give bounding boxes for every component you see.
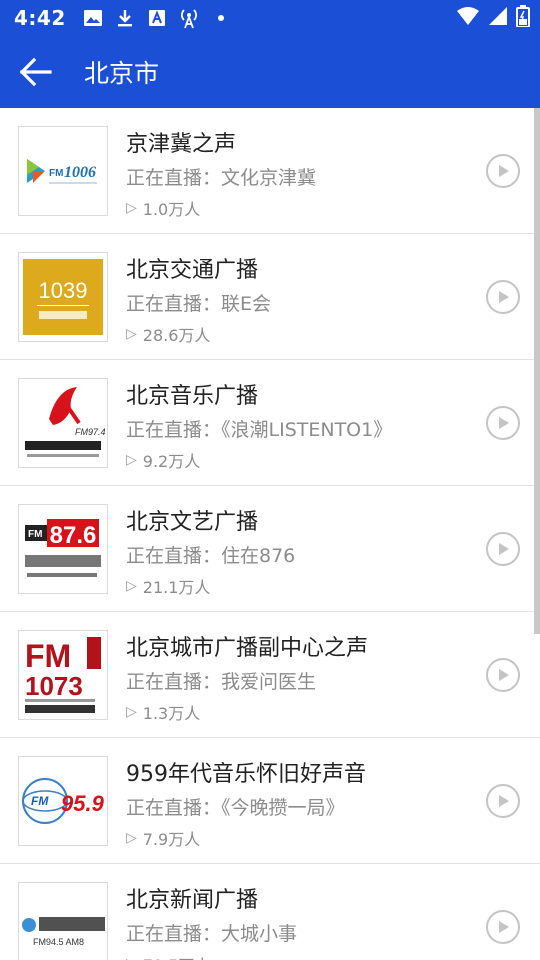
station-logo: FM 95.9 (18, 756, 108, 846)
play-count-icon: ▷ (126, 704, 137, 720)
play-button[interactable] (486, 784, 520, 818)
station-now-playing: 正在直播：大城小事 (126, 923, 298, 945)
back-button[interactable] (0, 36, 72, 108)
station-now-playing: 正在直播：文化京津冀 (126, 167, 317, 189)
svg-text:FM: FM (31, 794, 49, 808)
station-logo: 1039 (18, 252, 108, 342)
station-logo: FM94.5 AM8 (18, 882, 108, 960)
play-button[interactable] (486, 532, 520, 566)
station-name: 北京音乐广播 (126, 384, 259, 409)
gallery-icon (82, 7, 104, 29)
listener-count: 28.6万人 (142, 326, 211, 345)
station-listeners: ▷ 21.1万人 (126, 574, 210, 598)
station-logo: FM 1073 (18, 630, 108, 720)
station-logo: FM 87.6 (18, 504, 108, 594)
cell-signal-icon (488, 6, 508, 31)
page-title: 北京市 (84, 59, 160, 88)
listener-count: 1.3万人 (142, 704, 201, 723)
station-row[interactable]: FM 1073 北京城市广播副中心之声 正在直播：我爱问医生 ▷ 1.3万人 (0, 612, 540, 738)
station-listeners: ▷ 28.6万人 (126, 322, 210, 346)
svg-text:FM94.5 AM8: FM94.5 AM8 (33, 937, 84, 947)
station-row[interactable]: 1039 北京交通广播 正在直播：联E会 ▷ 28.6万人 (0, 234, 540, 360)
back-arrow-icon (19, 57, 52, 87)
battery-icon (516, 4, 530, 32)
text-a-icon (146, 7, 168, 29)
station-name: 北京交通广播 (126, 258, 259, 283)
play-icon (499, 543, 509, 555)
station-row[interactable]: FM 95.9 959年代音乐怀旧好声音 正在直播：《今晚攒一局》 ▷ 7.9万… (0, 738, 540, 864)
station-name: 北京城市广播副中心之声 (126, 636, 369, 661)
listener-count: 79.5万人 (143, 952, 211, 960)
play-button[interactable] (486, 280, 520, 314)
antenna-icon (178, 7, 200, 29)
play-button[interactable] (486, 406, 520, 440)
play-icon (499, 291, 509, 303)
station-name: 北京文艺广播 (126, 510, 259, 535)
station-name: 京津冀之声 (126, 132, 237, 157)
svg-text:FM: FM (28, 529, 42, 540)
listener-count: 21.1万人 (142, 578, 211, 597)
svg-text:FM97.4: FM97.4 (75, 427, 106, 437)
wifi-icon (456, 6, 480, 31)
svg-text:1039: 1039 (39, 278, 88, 303)
station-listeners: ▷ 7.9万人 (126, 826, 200, 850)
station-name: 北京新闻广播 (126, 888, 259, 913)
app-bar: 北京市 (0, 36, 540, 108)
station-logo: FM 1006 (18, 126, 108, 216)
notification-dot-icon (210, 7, 232, 29)
station-row[interactable]: FM 1006 京津冀之声 正在直播：文化京津冀 ▷ 1.0万人 (0, 108, 540, 234)
play-count-icon: ▷ (126, 830, 137, 846)
play-button[interactable] (486, 910, 520, 944)
svg-text:95.9: 95.9 (61, 791, 105, 816)
play-button[interactable] (486, 658, 520, 692)
play-count-icon: ▷ (126, 326, 137, 342)
station-now-playing: 正在直播：住在876 (126, 545, 296, 567)
station-listeners: ▷ 79.5万人 (126, 952, 210, 960)
play-count-icon: ▷ (126, 578, 137, 594)
play-icon (499, 669, 509, 681)
svg-text:1073: 1073 (25, 671, 83, 701)
svg-text:87.6: 87.6 (50, 522, 97, 549)
svg-text:1006: 1006 (64, 164, 96, 181)
station-list[interactable]: FM 1006 京津冀之声 正在直播：文化京津冀 ▷ 1.0万人 1039 北京… (0, 108, 540, 960)
svg-text:FM: FM (25, 638, 71, 674)
station-listeners: ▷ 9.2万人 (126, 448, 200, 472)
listener-count: 7.9万人 (142, 830, 201, 849)
svg-text:FM: FM (49, 168, 63, 179)
station-logo: FM97.4 (18, 378, 108, 468)
play-button[interactable] (486, 154, 520, 188)
play-icon (499, 165, 509, 177)
play-icon (499, 921, 509, 933)
play-count-icon: ▷ (126, 452, 137, 468)
station-row[interactable]: FM97.4 北京音乐广播 正在直播：《浪潮LISTENTO1》 ▷ 9.2万人 (0, 360, 540, 486)
station-now-playing: 正在直播：《今晚攒一局》 (126, 797, 345, 819)
station-now-playing: 正在直播：联E会 (126, 293, 272, 315)
listener-count: 1.0万人 (142, 200, 201, 219)
station-row[interactable]: FM94.5 AM8 北京新闻广播 正在直播：大城小事 ▷ 79.5万人 (0, 864, 540, 960)
station-name: 959年代音乐怀旧好声音 (126, 762, 366, 787)
play-count-icon: ▷ (126, 200, 137, 216)
listener-count: 9.2万人 (142, 452, 201, 471)
station-now-playing: 正在直播：我爱问医生 (126, 671, 317, 693)
station-row[interactable]: FM 87.6 北京文艺广播 正在直播：住在876 ▷ 21.1万人 (0, 486, 540, 612)
scrollbar[interactable] (534, 108, 540, 634)
play-count-icon: ▷ (126, 956, 137, 960)
play-icon (499, 795, 509, 807)
station-listeners: ▷ 1.0万人 (126, 196, 200, 220)
download-icon (114, 7, 136, 29)
station-listeners: ▷ 1.3万人 (126, 700, 200, 724)
status-time: 4:42 (14, 6, 66, 30)
play-icon (499, 417, 509, 429)
station-now-playing: 正在直播：《浪潮LISTENTO1》 (126, 419, 393, 441)
status-bar: 4:42 (0, 0, 540, 36)
